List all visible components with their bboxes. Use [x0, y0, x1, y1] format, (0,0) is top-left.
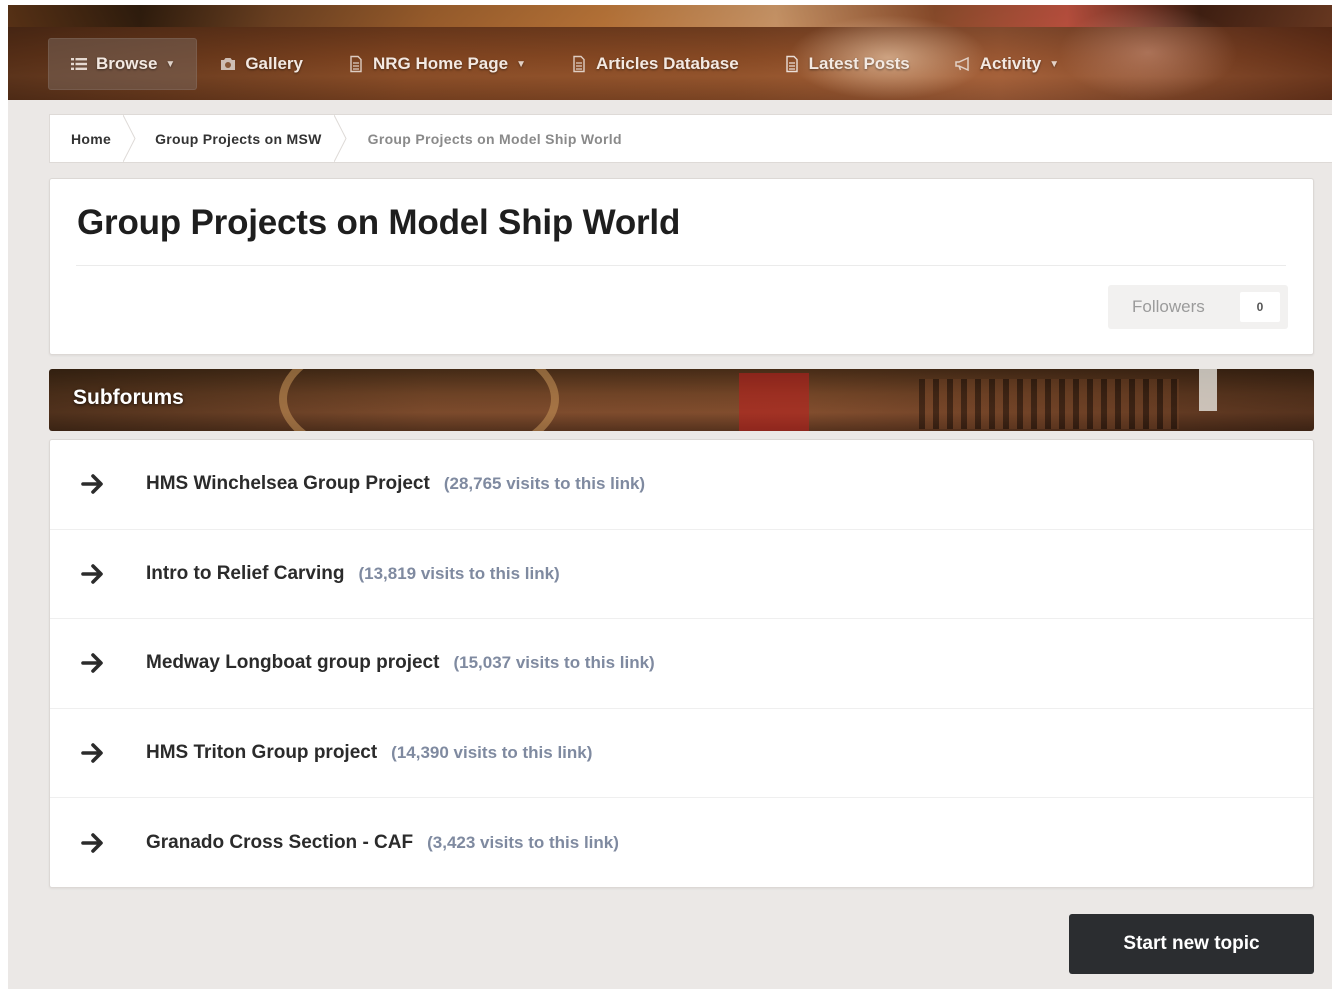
subforum-visit-count: (14,390 visits to this link) — [391, 743, 593, 763]
subforum-visit-count: (28,765 visits to this link) — [443, 474, 646, 494]
subforum-link[interactable]: Granado Cross Section - CAF — [146, 832, 413, 854]
subforum-list: HMS Winchelsea Group Project (28,765 vis… — [49, 439, 1314, 888]
megaphone-icon — [954, 55, 972, 73]
breadcrumb-current-label: Group Projects on Model Ship World — [367, 130, 622, 147]
subforum-link[interactable]: Intro to Relief Carving — [146, 563, 344, 585]
breadcrumb-separator-icon — [333, 115, 347, 162]
nav-gallery[interactable]: Gallery — [197, 38, 325, 90]
breadcrumb-current: Group Projects on Model Ship World — [344, 115, 644, 162]
nav-nrg-home-label: NRG Home Page — [372, 54, 509, 73]
arrow-right-icon — [81, 743, 103, 763]
subforum-entry: Granado Cross Section - CAF (3,423 visit… — [146, 832, 619, 854]
nav-nrg-home[interactable]: NRG Home Page ▼ — [325, 38, 548, 90]
nav-latest-posts-label: Latest Posts — [808, 54, 910, 73]
followers-count-badge: 0 — [1240, 292, 1280, 322]
subforum-entry: HMS Triton Group project (14,390 visits … — [146, 742, 592, 764]
breadcrumb-group-projects-label: Group Projects on MSW — [155, 130, 322, 147]
arrow-right-icon — [81, 564, 103, 584]
followers-button[interactable]: Followers 0 — [1108, 285, 1288, 329]
subforum-visit-count: (15,037 visits to this link) — [453, 653, 655, 673]
nav-articles-database[interactable]: Articles Database — [548, 38, 761, 90]
subforum-row: HMS Triton Group project (14,390 visits … — [50, 709, 1313, 799]
caret-down-icon: ▼ — [516, 58, 526, 70]
nav-activity[interactable]: Activity ▼ — [932, 38, 1081, 90]
subforum-link[interactable]: HMS Triton Group project — [146, 742, 377, 764]
followers-label: Followers — [1132, 297, 1205, 316]
breadcrumb-group-projects-msw[interactable]: Group Projects on MSW — [133, 115, 347, 162]
subforum-entry: Intro to Relief Carving (13,819 visits t… — [146, 563, 560, 585]
nav-latest-posts[interactable]: Latest Posts — [761, 38, 932, 90]
caret-down-icon: ▼ — [1049, 58, 1060, 70]
subforum-entry: HMS Winchelsea Group Project (28,765 vis… — [146, 473, 645, 495]
start-new-topic-button[interactable]: Start new topic — [1069, 914, 1314, 974]
subforums-header: Subforums — [49, 369, 1314, 431]
title-divider — [76, 265, 1286, 266]
banner-glow-2 — [1058, 5, 1238, 100]
document-icon — [347, 55, 365, 73]
arrow-right-icon — [81, 653, 103, 674]
subforum-link[interactable]: Medway Longboat group project — [146, 652, 439, 674]
page-title: Group Projects on Model Ship World — [77, 203, 681, 242]
subforum-row: Intro to Relief Carving (13,819 visits t… — [50, 530, 1313, 620]
breadcrumb-home-label: Home — [71, 130, 112, 147]
subforums-header-decoration — [919, 379, 1179, 429]
page-frame: Browse ▼ Gallery NRG Home Page ▼ Article… — [8, 5, 1332, 989]
subforum-visit-count: (3,423 visits to this link) — [427, 833, 619, 853]
breadcrumb-home[interactable]: Home — [50, 115, 136, 162]
forum-header-card: Group Projects on Model Ship World Follo… — [49, 178, 1314, 355]
subforums-header-decoration — [739, 373, 809, 431]
camera-icon — [219, 55, 237, 73]
arrow-right-icon — [81, 474, 103, 495]
header-banner: Browse ▼ Gallery NRG Home Page ▼ Article… — [8, 5, 1332, 100]
breadcrumb: Home Group Projects on MSW Group Project… — [49, 114, 1332, 163]
nav-browse[interactable]: Browse ▼ — [48, 38, 198, 90]
subforums-header-decoration — [1199, 369, 1217, 411]
nav-browse-label: Browse — [96, 54, 158, 73]
subforum-row: Granado Cross Section - CAF (3,423 visit… — [50, 798, 1313, 888]
main-nav: Browse ▼ Gallery NRG Home Page ▼ Article… — [48, 38, 1081, 90]
nav-gallery-label: Gallery — [245, 54, 303, 73]
caret-down-icon: ▼ — [165, 58, 176, 70]
subforum-visit-count: (13,819 visits to this link) — [358, 563, 560, 583]
document-icon — [783, 55, 801, 73]
arrow-right-icon — [81, 833, 103, 853]
list-icon — [70, 55, 88, 73]
nav-activity-label: Activity — [979, 54, 1042, 73]
document-icon — [570, 55, 588, 73]
subforums-title: Subforums — [73, 386, 184, 409]
subforum-entry: Medway Longboat group project (15,037 vi… — [146, 652, 655, 674]
subforum-row: Medway Longboat group project (15,037 vi… — [50, 619, 1313, 709]
subforums-header-decoration — [279, 369, 559, 431]
subforum-row: HMS Winchelsea Group Project (28,765 vis… — [50, 440, 1313, 530]
breadcrumb-separator-icon — [123, 115, 136, 162]
nav-articles-label: Articles Database — [595, 54, 739, 73]
subforum-link[interactable]: HMS Winchelsea Group Project — [146, 473, 430, 495]
